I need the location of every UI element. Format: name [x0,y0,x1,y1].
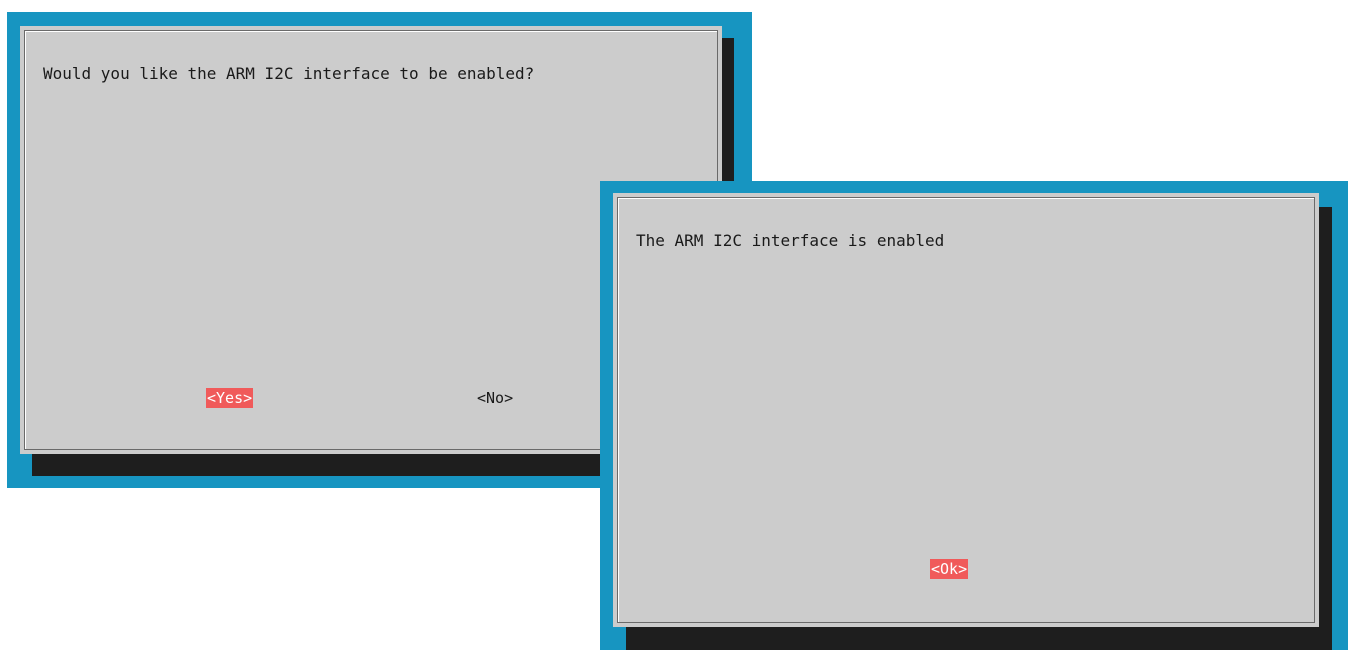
dialog-message: Would you like the ARM I2C interface to … [43,64,535,83]
info-dialog: The ARM I2C interface is enabled <Ok> [613,193,1319,627]
yes-button[interactable]: <Yes> [206,388,254,408]
ok-button[interactable]: <Ok> [930,559,969,579]
dialog-message: The ARM I2C interface is enabled [636,231,945,250]
no-button[interactable]: <No> [476,388,514,408]
